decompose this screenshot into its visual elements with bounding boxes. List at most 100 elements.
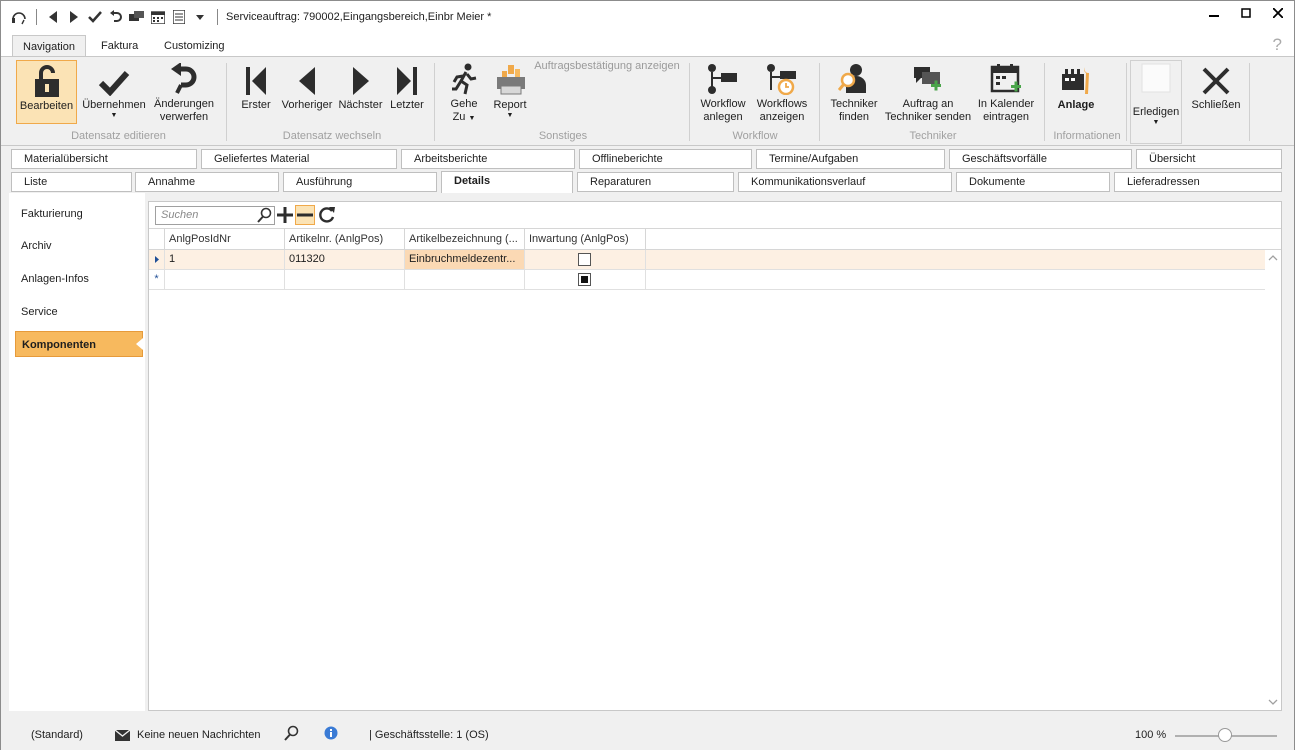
tab-annahme[interactable]: Annahme [135, 172, 279, 192]
minimize-button[interactable] [1198, 1, 1230, 25]
column-header-artikelbezeichnung[interactable]: Artikelbezeichnung (... [405, 228, 525, 250]
anlage-button[interactable]: Anlage [1053, 60, 1099, 124]
refresh-icon[interactable] [317, 205, 337, 225]
gehe-zu-label-line2: Zu ▼ [452, 111, 476, 123]
layout-status[interactable]: (Standard) [31, 727, 83, 743]
new-row-indicator[interactable]: * [149, 270, 165, 290]
tab-termine-aufgaben[interactable]: Termine/Aufgaben [756, 149, 945, 169]
search-icon[interactable] [283, 725, 299, 746]
report-button[interactable]: Report ▼ [489, 60, 531, 124]
aenderungen-verwerfen-button[interactable]: Änderungen verwerfen [151, 60, 217, 124]
messages-status[interactable]: Keine neuen Nachrichten [137, 727, 261, 743]
nav-komponenten[interactable]: Komponenten [15, 331, 143, 357]
inwartung-checkbox[interactable] [578, 253, 591, 266]
scroll-up-icon[interactable] [1265, 252, 1281, 264]
info-icon[interactable] [324, 726, 338, 745]
bearbeiten-button[interactable]: Bearbeiten [16, 60, 77, 124]
letzter-button[interactable]: Letzter [387, 60, 427, 124]
tab-dokumente[interactable]: Dokumente [956, 172, 1110, 192]
new-row-cell-artikelbezeichnung[interactable] [405, 270, 525, 290]
forward-arrow-icon[interactable] [64, 7, 84, 27]
dropdown-caret-icon: ▼ [506, 112, 514, 119]
auftrag-senden-line2: Techniker senden [884, 111, 972, 123]
uebernehmen-button[interactable]: Übernehmen ▼ [81, 60, 147, 124]
workflow-anlegen-button[interactable]: Workflow anlegen [697, 60, 749, 124]
ribbon-tab-customizing[interactable]: Customizing [154, 35, 235, 57]
tab-liste[interactable]: Liste [11, 172, 132, 192]
tab-ausfuehrung[interactable]: Ausführung [283, 172, 437, 192]
vorheriger-button[interactable]: Vorheriger [280, 60, 334, 124]
table-cell-artikelbezeichnung[interactable]: Einbruchmeldezentr... [405, 250, 525, 270]
schliessen-button[interactable]: Schließen [1189, 60, 1243, 124]
table-cell-artikelnr[interactable]: 011320 [285, 250, 405, 270]
nav-archiv[interactable]: Archiv [15, 233, 143, 259]
close-window-button[interactable] [1262, 1, 1294, 25]
customize-dropdown-icon[interactable] [190, 7, 210, 27]
first-record-icon [244, 60, 268, 96]
gehe-zu-button[interactable]: Gehe Zu ▼ [445, 60, 483, 124]
workflows-anzeigen-line1: Workflows [756, 98, 808, 110]
table-row-filler [646, 250, 1265, 270]
auftragsbestaetigung-button[interactable]: Auftragsbestätigung anzeigen [533, 60, 681, 76]
aenderungen-label-line1: Änderungen [154, 98, 214, 110]
ribbon: Bearbeiten Übernehmen ▼ Änderungen verwe… [1, 56, 1294, 146]
calendar-icon[interactable] [148, 7, 168, 27]
column-header-inwartung[interactable]: Inwartung (AnlgPos) [525, 228, 646, 250]
envelope-icon[interactable] [114, 729, 131, 746]
table-cell-anlgposidnr[interactable]: 1 [165, 250, 285, 270]
erledigen-button[interactable]: Erledigen ▼ [1130, 60, 1182, 144]
column-header-anlgposidnr[interactable]: AnlgPosIdNr [165, 228, 285, 250]
workflows-anzeigen-button[interactable]: Workflows anzeigen [754, 60, 810, 124]
techniker-finden-button[interactable]: Techniker finden [827, 60, 881, 124]
table-cell-inwartung[interactable] [525, 250, 646, 270]
row-indicator[interactable] [149, 250, 165, 270]
tab-details[interactable]: Details [441, 171, 573, 193]
back-arrow-icon[interactable] [43, 7, 63, 27]
zoom-slider-handle[interactable] [1218, 728, 1232, 742]
application-window: Serviceauftrag: 790002,Eingangsbereich,E… [0, 0, 1295, 750]
tab-uebersicht[interactable]: Übersicht [1136, 149, 1282, 169]
tab-arbeitsberichte[interactable]: Arbeitsberichte [401, 149, 575, 169]
vertical-scrollbar[interactable] [1265, 250, 1281, 710]
ribbon-tab-navigation[interactable]: Navigation [12, 35, 86, 57]
new-row-inwartung-checkbox[interactable] [578, 273, 591, 286]
maximize-button[interactable] [1230, 1, 1262, 25]
group-techniker: Techniker [909, 130, 957, 142]
app-headset-icon[interactable] [9, 7, 29, 27]
document-list-icon[interactable] [169, 7, 189, 27]
techniker-finden-line2: finden [839, 111, 869, 123]
tab-materialuebersicht[interactable]: Materialübersicht [11, 149, 197, 169]
checkmark-icon[interactable] [85, 7, 105, 27]
scroll-down-icon[interactable] [1265, 696, 1281, 708]
remove-row-icon[interactable] [295, 205, 315, 225]
tab-lieferadressen[interactable]: Lieferadressen [1114, 172, 1282, 192]
tab-kommunikationsverlauf[interactable]: Kommunikationsverlauf [738, 172, 952, 192]
group-datensatz-wechseln: Datensatz wechseln [282, 130, 382, 142]
tab-reparaturen[interactable]: Reparaturen [577, 172, 734, 192]
chat-bubbles-icon[interactable] [127, 7, 147, 27]
nav-fakturierung[interactable]: Fakturierung [15, 201, 143, 227]
in-kalender-button[interactable]: In Kalender eintragen [975, 60, 1037, 124]
tab-geschaeftsvorfaelle[interactable]: Geschäftsvorfälle [949, 149, 1132, 169]
add-row-icon[interactable] [275, 205, 295, 225]
column-header-artikelnr[interactable]: Artikelnr. (AnlgPos) [285, 228, 405, 250]
naechster-button[interactable]: Nächster [338, 60, 383, 124]
undo-icon[interactable] [106, 7, 126, 27]
auftrag-senden-button[interactable]: Auftrag an Techniker senden [884, 60, 972, 124]
new-row-cell-inwartung[interactable] [525, 270, 646, 290]
nav-service[interactable]: Service [15, 299, 143, 325]
new-row-cell-anlgposidnr[interactable] [165, 270, 285, 290]
tab-geliefertes-material[interactable]: Geliefertes Material [201, 149, 397, 169]
new-row-cell-artikelnr[interactable] [285, 270, 405, 290]
quick-access-toolbar: Serviceauftrag: 790002,Eingangsbereich,E… [1, 1, 491, 33]
window-controls [1198, 1, 1294, 25]
in-kalender-line1: In Kalender [977, 98, 1035, 110]
ribbon-tab-faktura[interactable]: Faktura [91, 35, 148, 57]
search-icon[interactable] [255, 205, 275, 225]
erster-button[interactable]: Erster [237, 60, 275, 124]
ribbon-tab-strip: Navigation Faktura Customizing [1, 33, 1294, 57]
group-separator [819, 63, 820, 141]
tab-offlineberichte[interactable]: Offlineberichte [579, 149, 752, 169]
help-button[interactable]: ? [1273, 35, 1282, 55]
nav-anlagen-infos[interactable]: Anlagen-Infos [15, 266, 143, 292]
